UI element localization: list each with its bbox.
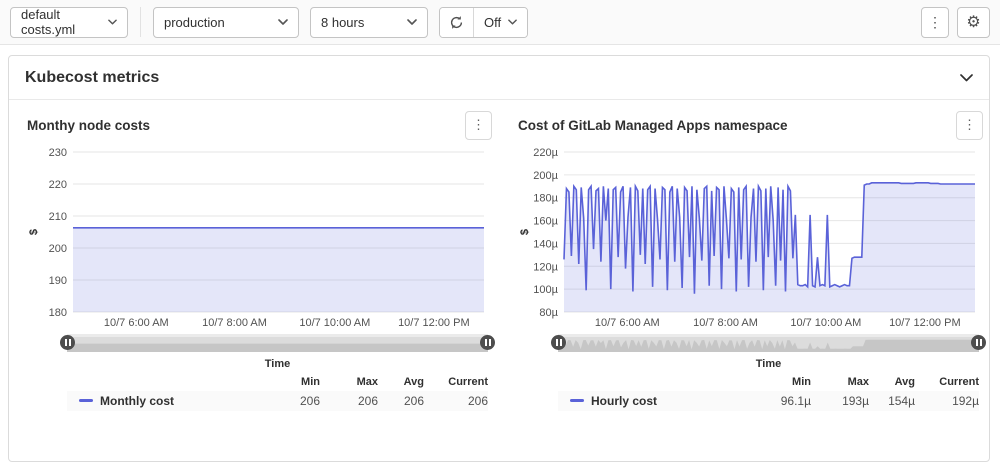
dashboard-file-select-value: default costs.yml — [21, 7, 108, 37]
stat-min: 206 — [262, 391, 320, 411]
dashboard-toolbar: default costs.yml production 8 hours Off… — [0, 0, 1000, 45]
section-title: Kubecost metrics — [25, 69, 159, 87]
panel-header: Monthy node costs ⋮ — [27, 110, 492, 140]
panel-title: Cost of GitLab Managed Apps namespace — [518, 118, 788, 133]
svg-text:10/7 8:00 AM: 10/7 8:00 AM — [693, 317, 758, 329]
brush-minimap — [67, 334, 488, 352]
legend-header-current: Current — [915, 374, 979, 391]
charts-row: Monthy node costs ⋮ 230 220 210 200 190 180 10… — [9, 100, 989, 411]
toolbar-divider — [140, 7, 141, 37]
environment-select[interactable]: production — [153, 7, 299, 38]
kebab-icon: ⋮ — [928, 14, 942, 31]
time-range-select[interactable]: 8 hours — [310, 7, 428, 38]
settings-button[interactable]: ⚙ — [957, 7, 990, 38]
legend-header-min: Min — [262, 374, 320, 391]
dashboard-file-select[interactable]: default costs.yml — [10, 7, 128, 38]
svg-text:100µ: 100µ — [533, 284, 558, 296]
refresh-interval-select[interactable]: Off — [474, 8, 527, 37]
more-actions-button[interactable]: ⋮ — [921, 7, 949, 38]
kubecost-metrics-card: Kubecost metrics Monthy node costs ⋮ 230… — [8, 55, 990, 462]
x-axis-title: Time — [558, 358, 979, 370]
svg-text:180: 180 — [49, 307, 67, 319]
legend-header-avg: Avg — [869, 374, 915, 391]
svg-text:10/7 6:00 AM: 10/7 6:00 AM — [595, 317, 660, 329]
kebab-icon: ⋮ — [963, 117, 976, 133]
brush-minimap — [558, 334, 979, 352]
series-color-dash — [79, 399, 93, 402]
svg-text:80µ: 80µ — [539, 307, 558, 319]
svg-text:140µ: 140µ — [533, 238, 558, 250]
stat-min: 96.1µ — [753, 391, 811, 411]
toolbar-actions: ⋮ ⚙ — [921, 7, 990, 38]
svg-text:$: $ — [519, 229, 531, 235]
svg-text:10/7 12:00 PM: 10/7 12:00 PM — [889, 317, 961, 329]
time-brush[interactable] — [558, 334, 979, 352]
svg-text:10/7 10:00 AM: 10/7 10:00 AM — [299, 317, 370, 329]
brush-handle-left[interactable] — [551, 335, 566, 350]
gear-icon: ⚙ — [966, 12, 980, 32]
refresh-control-group: Off — [439, 7, 528, 38]
stat-max: 193µ — [811, 391, 869, 411]
brush-handle-left[interactable] — [60, 335, 75, 350]
refresh-button[interactable] — [440, 8, 474, 37]
panel-gitlab-managed-apps-cost: Cost of GitLab Managed Apps namespace ⋮ … — [518, 110, 983, 411]
time-brush[interactable] — [67, 334, 488, 352]
legend-row[interactable]: Hourly cost 96.1µ 193µ 154µ 192µ — [558, 391, 979, 411]
chevron-down-icon — [407, 19, 417, 25]
svg-text:220: 220 — [49, 179, 67, 191]
stat-avg: 154µ — [869, 391, 915, 411]
panel-menu-button[interactable]: ⋮ — [956, 111, 983, 140]
svg-text:$: $ — [28, 229, 40, 235]
panel-monthly-node-costs: Monthy node costs ⋮ 230 220 210 200 190 180 10… — [27, 110, 492, 411]
brush-handle-right[interactable] — [971, 335, 986, 350]
chevron-down-icon — [278, 19, 288, 25]
svg-text:160µ: 160µ — [533, 216, 558, 228]
x-axis-title: Time — [67, 358, 488, 370]
time-range-select-value: 8 hours — [321, 15, 364, 30]
svg-text:190: 190 — [49, 275, 67, 287]
svg-text:200µ: 200µ — [533, 170, 558, 182]
legend-row[interactable]: Monthly cost 206 206 206 206 — [67, 391, 488, 411]
svg-text:10/7 6:00 AM: 10/7 6:00 AM — [104, 317, 169, 329]
legend-table: Min Max Avg Current Hourly cost 96.1µ 19… — [558, 374, 979, 411]
collapse-chevron-icon[interactable] — [960, 74, 973, 82]
panel-header: Cost of GitLab Managed Apps namespace ⋮ — [518, 110, 983, 140]
svg-text:180µ: 180µ — [533, 193, 558, 205]
series-label: Monthly cost — [100, 394, 174, 408]
environment-select-value: production — [164, 15, 225, 30]
stat-avg: 206 — [378, 391, 424, 411]
svg-text:200: 200 — [49, 243, 67, 255]
stat-max: 206 — [320, 391, 378, 411]
brush-handle-right[interactable] — [480, 335, 495, 350]
stat-current: 206 — [424, 391, 488, 411]
legend-header-min: Min — [753, 374, 811, 391]
refresh-icon — [449, 15, 464, 30]
svg-text:120µ: 120µ — [533, 261, 558, 273]
svg-text:10/7 10:00 AM: 10/7 10:00 AM — [790, 317, 861, 329]
legend-header-avg: Avg — [378, 374, 424, 391]
panel-title: Monthy node costs — [27, 118, 150, 133]
legend-header-max: Max — [320, 374, 378, 391]
svg-text:210: 210 — [49, 211, 67, 223]
series-label: Hourly cost — [591, 394, 657, 408]
kebab-icon: ⋮ — [472, 117, 485, 133]
svg-text:230: 230 — [49, 147, 67, 159]
svg-text:220µ: 220µ — [533, 147, 558, 159]
stat-current: 192µ — [915, 391, 979, 411]
chevron-down-icon — [108, 19, 117, 25]
monthly-node-costs-chart[interactable]: 230 220 210 200 190 180 10/7 6:00 AM 10/7 8:00 … — [27, 140, 488, 330]
legend-header-max: Max — [811, 374, 869, 391]
svg-text:10/7 8:00 AM: 10/7 8:00 AM — [202, 317, 267, 329]
managed-apps-cost-chart[interactable]: 220µ 200µ 180µ 160µ 140µ 120µ 100µ 80µ 10/7 6:00… — [518, 140, 979, 330]
panel-menu-button[interactable]: ⋮ — [465, 111, 492, 140]
series-color-dash — [570, 399, 584, 402]
svg-text:10/7 12:00 PM: 10/7 12:00 PM — [398, 317, 470, 329]
section-header[interactable]: Kubecost metrics — [9, 56, 989, 100]
refresh-interval-value: Off — [484, 15, 501, 30]
chevron-down-icon — [508, 19, 517, 25]
legend-table: Min Max Avg Current Monthly cost 206 206… — [67, 374, 488, 411]
legend-header-current: Current — [424, 374, 488, 391]
